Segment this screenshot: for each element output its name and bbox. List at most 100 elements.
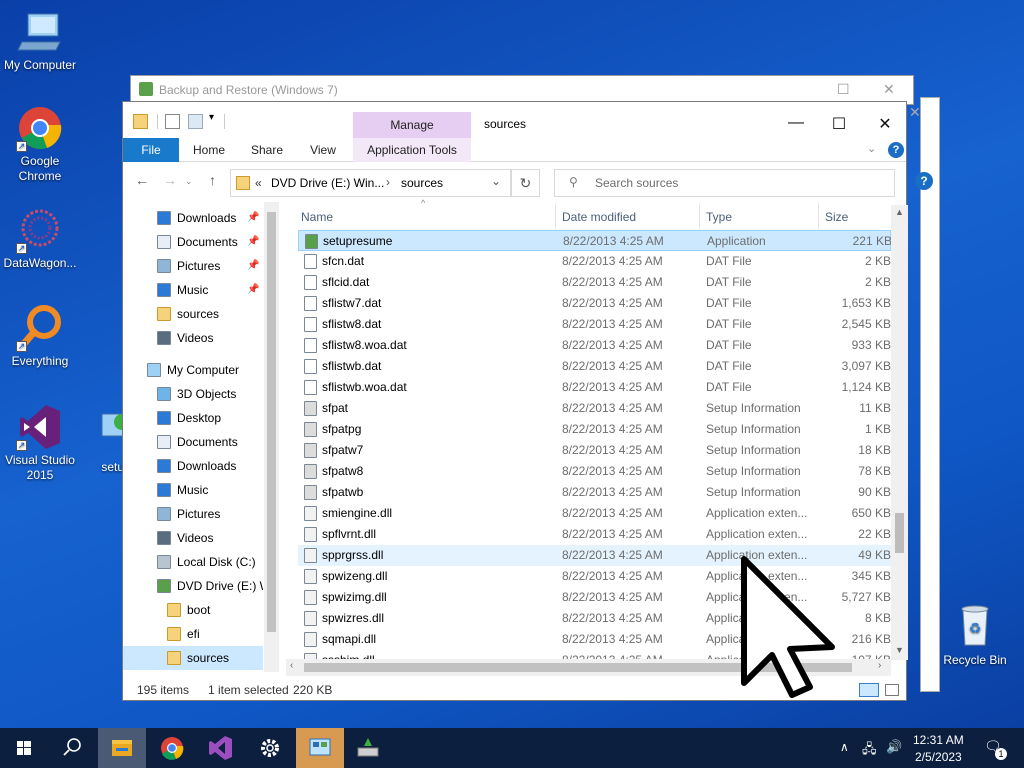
tab-share[interactable]: Share bbox=[241, 138, 293, 162]
up-arrow-icon[interactable]: ↑ bbox=[209, 172, 216, 188]
file-row[interactable]: spflvrnt.dll 8/22/2013 4:25 AM Applicati… bbox=[298, 524, 891, 545]
nav-item-music[interactable]: Music bbox=[123, 478, 263, 502]
properties-icon[interactable] bbox=[165, 114, 180, 129]
desktop-icon-google-chrome[interactable]: ↗ Google Chrome bbox=[0, 104, 80, 184]
network-icon[interactable]: 🖧 bbox=[862, 740, 877, 768]
nav-item-desktop[interactable]: Desktop bbox=[123, 406, 263, 430]
nav-scrollbar[interactable] bbox=[264, 202, 279, 672]
new-folder-icon[interactable] bbox=[188, 114, 203, 129]
help-icon[interactable]: ? bbox=[888, 142, 904, 158]
control-panel-button[interactable] bbox=[296, 728, 344, 768]
file-row[interactable]: sflistwb.woa.dat 8/22/2013 4:25 AM DAT F… bbox=[298, 377, 891, 398]
nav-item-documents[interactable]: Documents 📌 bbox=[123, 230, 263, 254]
tab-application-tools[interactable]: Application Tools bbox=[353, 138, 471, 162]
file-row[interactable]: sflistwb.dat 8/22/2013 4:25 AM DAT File … bbox=[298, 356, 891, 377]
address-overflow[interactable]: « bbox=[255, 176, 262, 190]
tab-home[interactable]: Home bbox=[183, 138, 235, 162]
address-dropdown-icon[interactable]: ⌄ bbox=[491, 174, 501, 188]
file-row[interactable]: sfpatw8 8/22/2013 4:25 AM Setup Informat… bbox=[298, 461, 891, 482]
file-row[interactable]: sflistw8.dat 8/22/2013 4:25 AM DAT File … bbox=[298, 314, 891, 335]
pin-icon[interactable]: 📌 bbox=[247, 206, 259, 230]
forward-arrow-icon[interactable]: → bbox=[163, 172, 177, 188]
desktop-icon-setup[interactable]: setu bbox=[78, 410, 128, 475]
show-hidden-icons-icon[interactable]: ∧ bbox=[840, 740, 849, 768]
nav-item-local-disk-c[interactable]: Local Disk (C:) bbox=[123, 550, 263, 574]
customize-toolbar-icon[interactable]: ▾ bbox=[209, 112, 214, 123]
scroll-left-icon[interactable]: ‹ bbox=[290, 660, 293, 671]
breadcrumb-sources[interactable]: sources bbox=[401, 176, 443, 190]
column-name[interactable]: Name bbox=[301, 205, 333, 229]
visual-studio-button[interactable] bbox=[196, 728, 244, 768]
desktop-icon-everything[interactable]: ↗ Everything bbox=[0, 304, 80, 369]
chrome-button[interactable] bbox=[148, 728, 196, 768]
file-row[interactable]: sfpat 8/22/2013 4:25 AM Setup Informatio… bbox=[298, 398, 891, 419]
start-button[interactable] bbox=[0, 728, 48, 768]
clock-time[interactable]: 12:31 AM bbox=[913, 733, 964, 747]
nav-scroll-thumb[interactable] bbox=[267, 212, 276, 632]
column-date-modified[interactable]: Date modified bbox=[562, 205, 636, 229]
backup-restore-button[interactable] bbox=[344, 728, 392, 768]
pin-icon[interactable]: 📌 bbox=[247, 230, 259, 254]
settings-button[interactable] bbox=[246, 728, 294, 768]
column-divider[interactable] bbox=[699, 203, 700, 229]
file-row[interactable]: sflistw8.woa.dat 8/22/2013 4:25 AM DAT F… bbox=[298, 335, 891, 356]
file-row[interactable]: sfpatwb 8/22/2013 4:25 AM Setup Informat… bbox=[298, 482, 891, 503]
back-close-button[interactable]: ✕ bbox=[883, 81, 895, 98]
column-divider[interactable] bbox=[818, 203, 819, 229]
recent-locations-icon[interactable]: ⌄ bbox=[185, 176, 193, 187]
nav-item-3d-objects[interactable]: 3D Objects bbox=[123, 382, 263, 406]
scroll-right-icon[interactable]: › bbox=[878, 660, 881, 671]
address-bar[interactable]: « DVD Drive (E:) Win... › sources ⌄ bbox=[230, 169, 511, 197]
nav-item-my-computer[interactable]: My Computer bbox=[123, 358, 263, 382]
scroll-down-icon[interactable]: ▼ bbox=[895, 645, 904, 655]
back-arrow-icon[interactable]: ← bbox=[135, 172, 149, 188]
back-help-icon[interactable]: ? bbox=[915, 172, 933, 190]
tab-file[interactable]: File bbox=[123, 138, 179, 162]
back-maximize-button[interactable]: ☐ bbox=[837, 81, 850, 98]
nav-item-dvd-drive-e-w[interactable]: DVD Drive (E:) W bbox=[123, 574, 263, 598]
refresh-button[interactable]: ↻ bbox=[511, 169, 540, 197]
scroll-up-icon[interactable]: ▲ bbox=[895, 207, 904, 217]
file-row[interactable]: setupresume 8/22/2013 4:25 AM Applicatio… bbox=[298, 230, 891, 251]
file-row[interactable]: sfpatw7 8/22/2013 4:25 AM Setup Informat… bbox=[298, 440, 891, 461]
column-size[interactable]: Size bbox=[825, 205, 848, 229]
scroll-thumb[interactable] bbox=[895, 513, 904, 553]
nav-item-pictures[interactable]: Pictures bbox=[123, 502, 263, 526]
nav-item-downloads[interactable]: Downloads bbox=[123, 454, 263, 478]
breadcrumb-dvd-drive[interactable]: DVD Drive (E:) Win... bbox=[271, 176, 384, 190]
nav-item-videos[interactable]: Videos bbox=[123, 526, 263, 550]
nav-item-documents[interactable]: Documents bbox=[123, 430, 263, 454]
file-row[interactable]: smiengine.dll 8/22/2013 4:25 AM Applicat… bbox=[298, 503, 891, 524]
maximize-button[interactable]: ☐ bbox=[828, 114, 850, 134]
desktop-icon-my-computer[interactable]: My Computer bbox=[0, 8, 80, 73]
nav-item-videos[interactable]: Videos bbox=[123, 326, 263, 350]
desktop-icon-datawagon[interactable]: ↗ DataWagon... bbox=[0, 206, 80, 271]
manage-tab[interactable]: Manage bbox=[353, 112, 471, 138]
desktop-icon-recycle-bin[interactable]: ♻ Recycle Bin bbox=[935, 603, 1015, 668]
minimize-button[interactable]: — bbox=[785, 114, 807, 132]
file-row[interactable]: sfpatpg 8/22/2013 4:25 AM Setup Informat… bbox=[298, 419, 891, 440]
nav-item-downloads[interactable]: Downloads 📌 bbox=[123, 206, 263, 230]
nav-item-music[interactable]: Music 📌 bbox=[123, 278, 263, 302]
search-button[interactable] bbox=[48, 728, 96, 768]
file-explorer-button[interactable] bbox=[98, 728, 146, 768]
nav-item-sources[interactable]: sources bbox=[123, 646, 263, 670]
expand-ribbon-icon[interactable]: ⌄ bbox=[867, 142, 876, 155]
tab-view[interactable]: View bbox=[297, 138, 349, 162]
back-close-button-2[interactable]: ✕ bbox=[909, 104, 921, 121]
nav-item-pictures[interactable]: Pictures 📌 bbox=[123, 254, 263, 278]
column-type[interactable]: Type bbox=[706, 205, 732, 229]
file-row[interactable]: sflcid.dat 8/22/2013 4:25 AM DAT File 2 … bbox=[298, 272, 891, 293]
pin-icon[interactable]: 📌 bbox=[247, 254, 259, 278]
details-view-icon[interactable] bbox=[859, 683, 879, 697]
column-divider[interactable] bbox=[555, 203, 556, 229]
large-icons-view-icon[interactable] bbox=[885, 684, 899, 696]
search-input[interactable]: ⚲ Search sources bbox=[554, 169, 895, 197]
file-row[interactable]: sfcn.dat 8/22/2013 4:25 AM DAT File 2 KB bbox=[298, 251, 891, 272]
nav-item-boot[interactable]: boot bbox=[123, 598, 263, 622]
close-button[interactable]: ✕ bbox=[874, 114, 896, 134]
desktop-icon-visual-studio[interactable]: ↗ Visual Studio 2015 bbox=[0, 403, 80, 483]
clock-date[interactable]: 2/5/2023 bbox=[915, 750, 962, 764]
pin-icon[interactable]: 📌 bbox=[247, 278, 259, 302]
file-list-scrollbar[interactable]: ▲ ▼ bbox=[891, 205, 908, 660]
